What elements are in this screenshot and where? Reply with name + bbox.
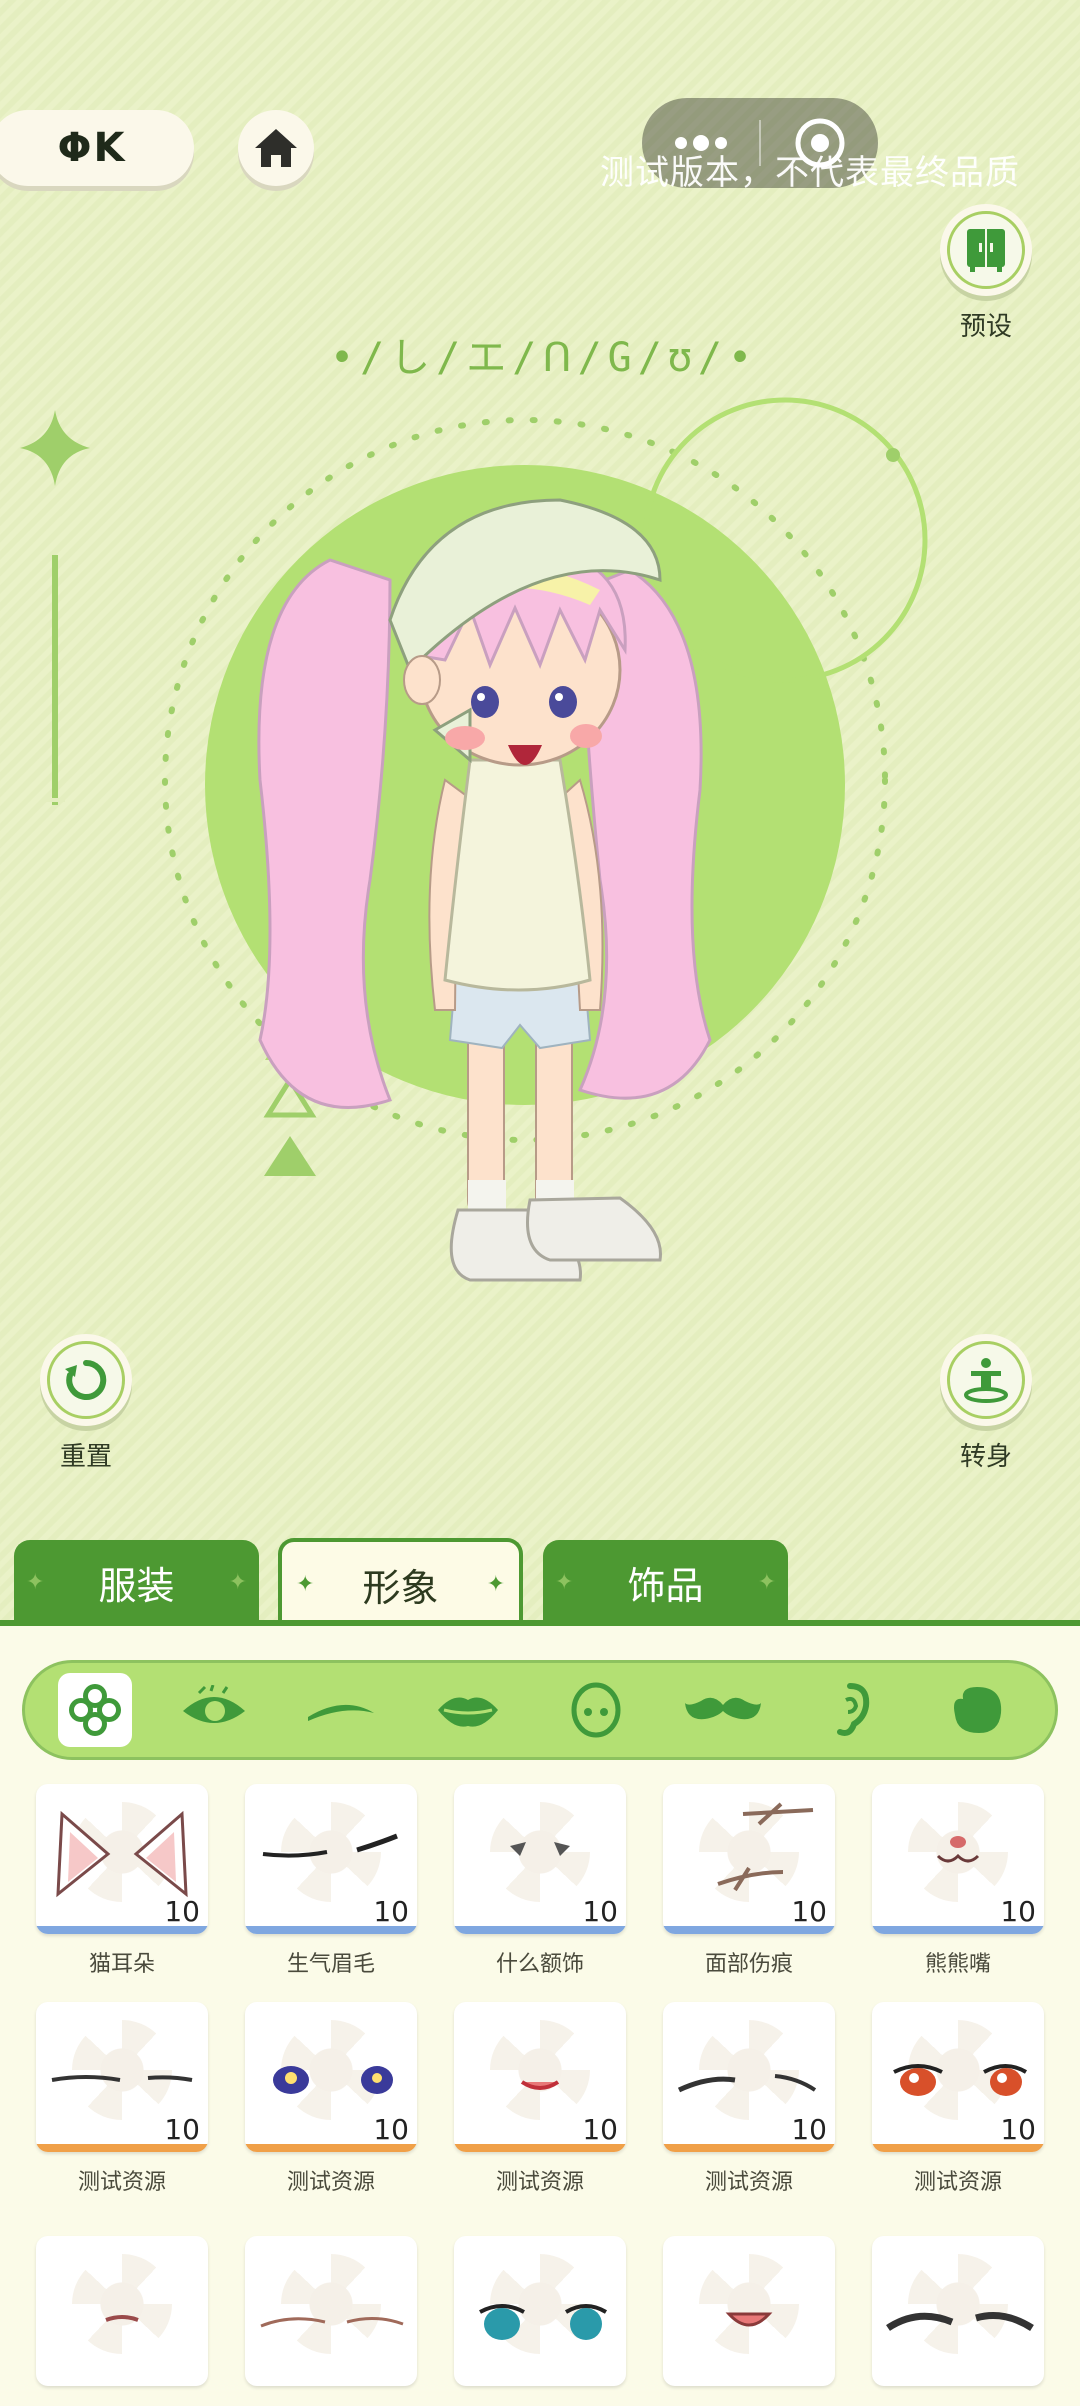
item-name: 熊熊嘴 (924, 1952, 991, 1977)
mustache-icon[interactable] (678, 1670, 768, 1750)
turn-around-icon (964, 1358, 1008, 1403)
mouth-small-icon (105, 2315, 139, 2322)
back-button[interactable]: ΦK (0, 110, 194, 186)
item-name: 面部伤痕 (704, 1952, 793, 1977)
lips-icon[interactable] (423, 1670, 513, 1750)
item-card[interactable] (36, 2236, 208, 2386)
item-card[interactable]: 10 (36, 1784, 208, 1934)
turn-around-label: 转身 (959, 1442, 1012, 1472)
item-slot[interactable]: 10 测试资源 (872, 2002, 1044, 2196)
character-avatar (257, 498, 712, 1282)
tab-accessories[interactable]: ✦ 饰品 ✦ (543, 1540, 788, 1624)
item-slot[interactable]: 10 面部伤痕 (663, 1784, 835, 1978)
home-button[interactable] (238, 110, 314, 186)
item-slot[interactable]: 10 测试资源 (36, 2002, 208, 2196)
wardrobe-icon (967, 229, 1005, 272)
item-card[interactable]: 10 (872, 1784, 1044, 1934)
item-row-3 (36, 2236, 1044, 2386)
item-card[interactable] (245, 2236, 417, 2386)
rarity-stripe (245, 1926, 417, 1934)
item-slot[interactable] (36, 2236, 208, 2386)
ear-icon[interactable] (805, 1670, 895, 1750)
item-name: 测试资源 (495, 2170, 584, 2195)
item-slot[interactable]: 10 什么额饰 (454, 1784, 626, 1978)
item-slot[interactable] (663, 2236, 835, 2386)
item-count: 10 (373, 1895, 409, 1928)
item-card[interactable]: 10 (245, 2002, 417, 2152)
rarity-stripe (454, 2144, 626, 2152)
item-slot[interactable]: 10 猫耳朵 (36, 1784, 208, 1978)
rarity-stripe (36, 1926, 208, 1934)
item-name: 生气眉毛 (286, 1952, 375, 1977)
face-icon[interactable] (551, 1670, 641, 1750)
item-count: 10 (373, 2113, 409, 2146)
rarity-stripe (663, 2144, 835, 2152)
rarity-stripe (663, 1926, 835, 1934)
item-count: 10 (164, 1895, 200, 1928)
reset-label: 重置 (59, 1442, 112, 1472)
item-slot[interactable]: 10 生气眉毛 (245, 1784, 417, 1978)
home-icon (255, 129, 297, 167)
item-slot[interactable]: 10 测试资源 (454, 2002, 626, 2196)
item-count: 10 (791, 1895, 827, 1928)
item-slot[interactable] (872, 2236, 1044, 2386)
rarity-stripe (872, 2144, 1044, 2152)
rarity-stripe (872, 1926, 1044, 1934)
brows-thick-icon (886, 2312, 1034, 2331)
item-name: 测试资源 (286, 2170, 375, 2195)
eyes-c-icon (479, 2304, 608, 2340)
item-count: 10 (1000, 1895, 1036, 1928)
item-row-1: 10 猫耳朵 10 生气眉毛 10 什么额饰 10 面部伤痕 10 熊熊嘴 (36, 1784, 1044, 1978)
brows-thin-icon (260, 2317, 404, 2328)
rarity-stripe (36, 2144, 208, 2152)
item-name: 什么额饰 (495, 1952, 584, 1977)
item-card[interactable]: 10 (663, 2002, 835, 2152)
item-row-2: 10 测试资源 10 测试资源 10 测试资源 10 测试资源 10 测试资源 (36, 2002, 1044, 2196)
logo-text: ΦK (57, 125, 127, 171)
preset-button[interactable] (940, 204, 1032, 296)
item-slot[interactable]: 10 测试资源 (245, 2002, 417, 2196)
eyebrow-icon[interactable] (296, 1670, 386, 1750)
test-version-watermark: 测试版本，不代表最终品质 (600, 153, 1020, 193)
item-slot[interactable] (245, 2236, 417, 2386)
item-count: 10 (1000, 2113, 1036, 2146)
item-card[interactable] (872, 2236, 1044, 2386)
item-card[interactable]: 10 (36, 2002, 208, 2152)
item-name: 测试资源 (704, 2170, 793, 2195)
item-name: 猫耳朵 (88, 1952, 155, 1977)
open-mouth-icon (725, 2312, 773, 2327)
rune-decoration: •/し/エ/ᑎ/G/ʊ/• (330, 335, 759, 381)
item-name: 测试资源 (913, 2170, 1002, 2195)
clover-icon[interactable] (57, 1673, 132, 1747)
reset-icon (65, 1359, 107, 1400)
item-slot[interactable]: 10 熊熊嘴 (872, 1784, 1044, 1978)
item-count: 10 (582, 1895, 618, 1928)
item-count: 10 (791, 2113, 827, 2146)
item-card[interactable]: 10 (872, 2002, 1044, 2152)
item-card[interactable] (663, 2236, 835, 2386)
eye-icon[interactable] (169, 1670, 259, 1750)
item-slot[interactable] (454, 2236, 626, 2386)
item-name: 测试资源 (77, 2170, 166, 2195)
rarity-stripe (245, 2144, 417, 2152)
item-slot[interactable]: 10 测试资源 (663, 2002, 835, 2196)
hair-icon[interactable] (932, 1670, 1022, 1750)
item-count: 10 (164, 2113, 200, 2146)
tab-appearance[interactable]: ✦ 形象 ✦ (278, 1538, 523, 1626)
item-card[interactable] (454, 2236, 626, 2386)
turn-around-button[interactable] (940, 1334, 1032, 1426)
item-count: 10 (582, 2113, 618, 2146)
rarity-stripe (454, 1926, 626, 1934)
reset-button[interactable] (40, 1334, 132, 1426)
item-card[interactable]: 10 (245, 1784, 417, 1934)
item-card[interactable]: 10 (454, 1784, 626, 1934)
category-bar (22, 1660, 1058, 1760)
item-card[interactable]: 10 (663, 1784, 835, 1934)
preset-label: 预设 (959, 312, 1012, 342)
item-card[interactable]: 10 (454, 2002, 626, 2152)
tab-clothing[interactable]: ✦ 服装 ✦ (14, 1540, 259, 1624)
